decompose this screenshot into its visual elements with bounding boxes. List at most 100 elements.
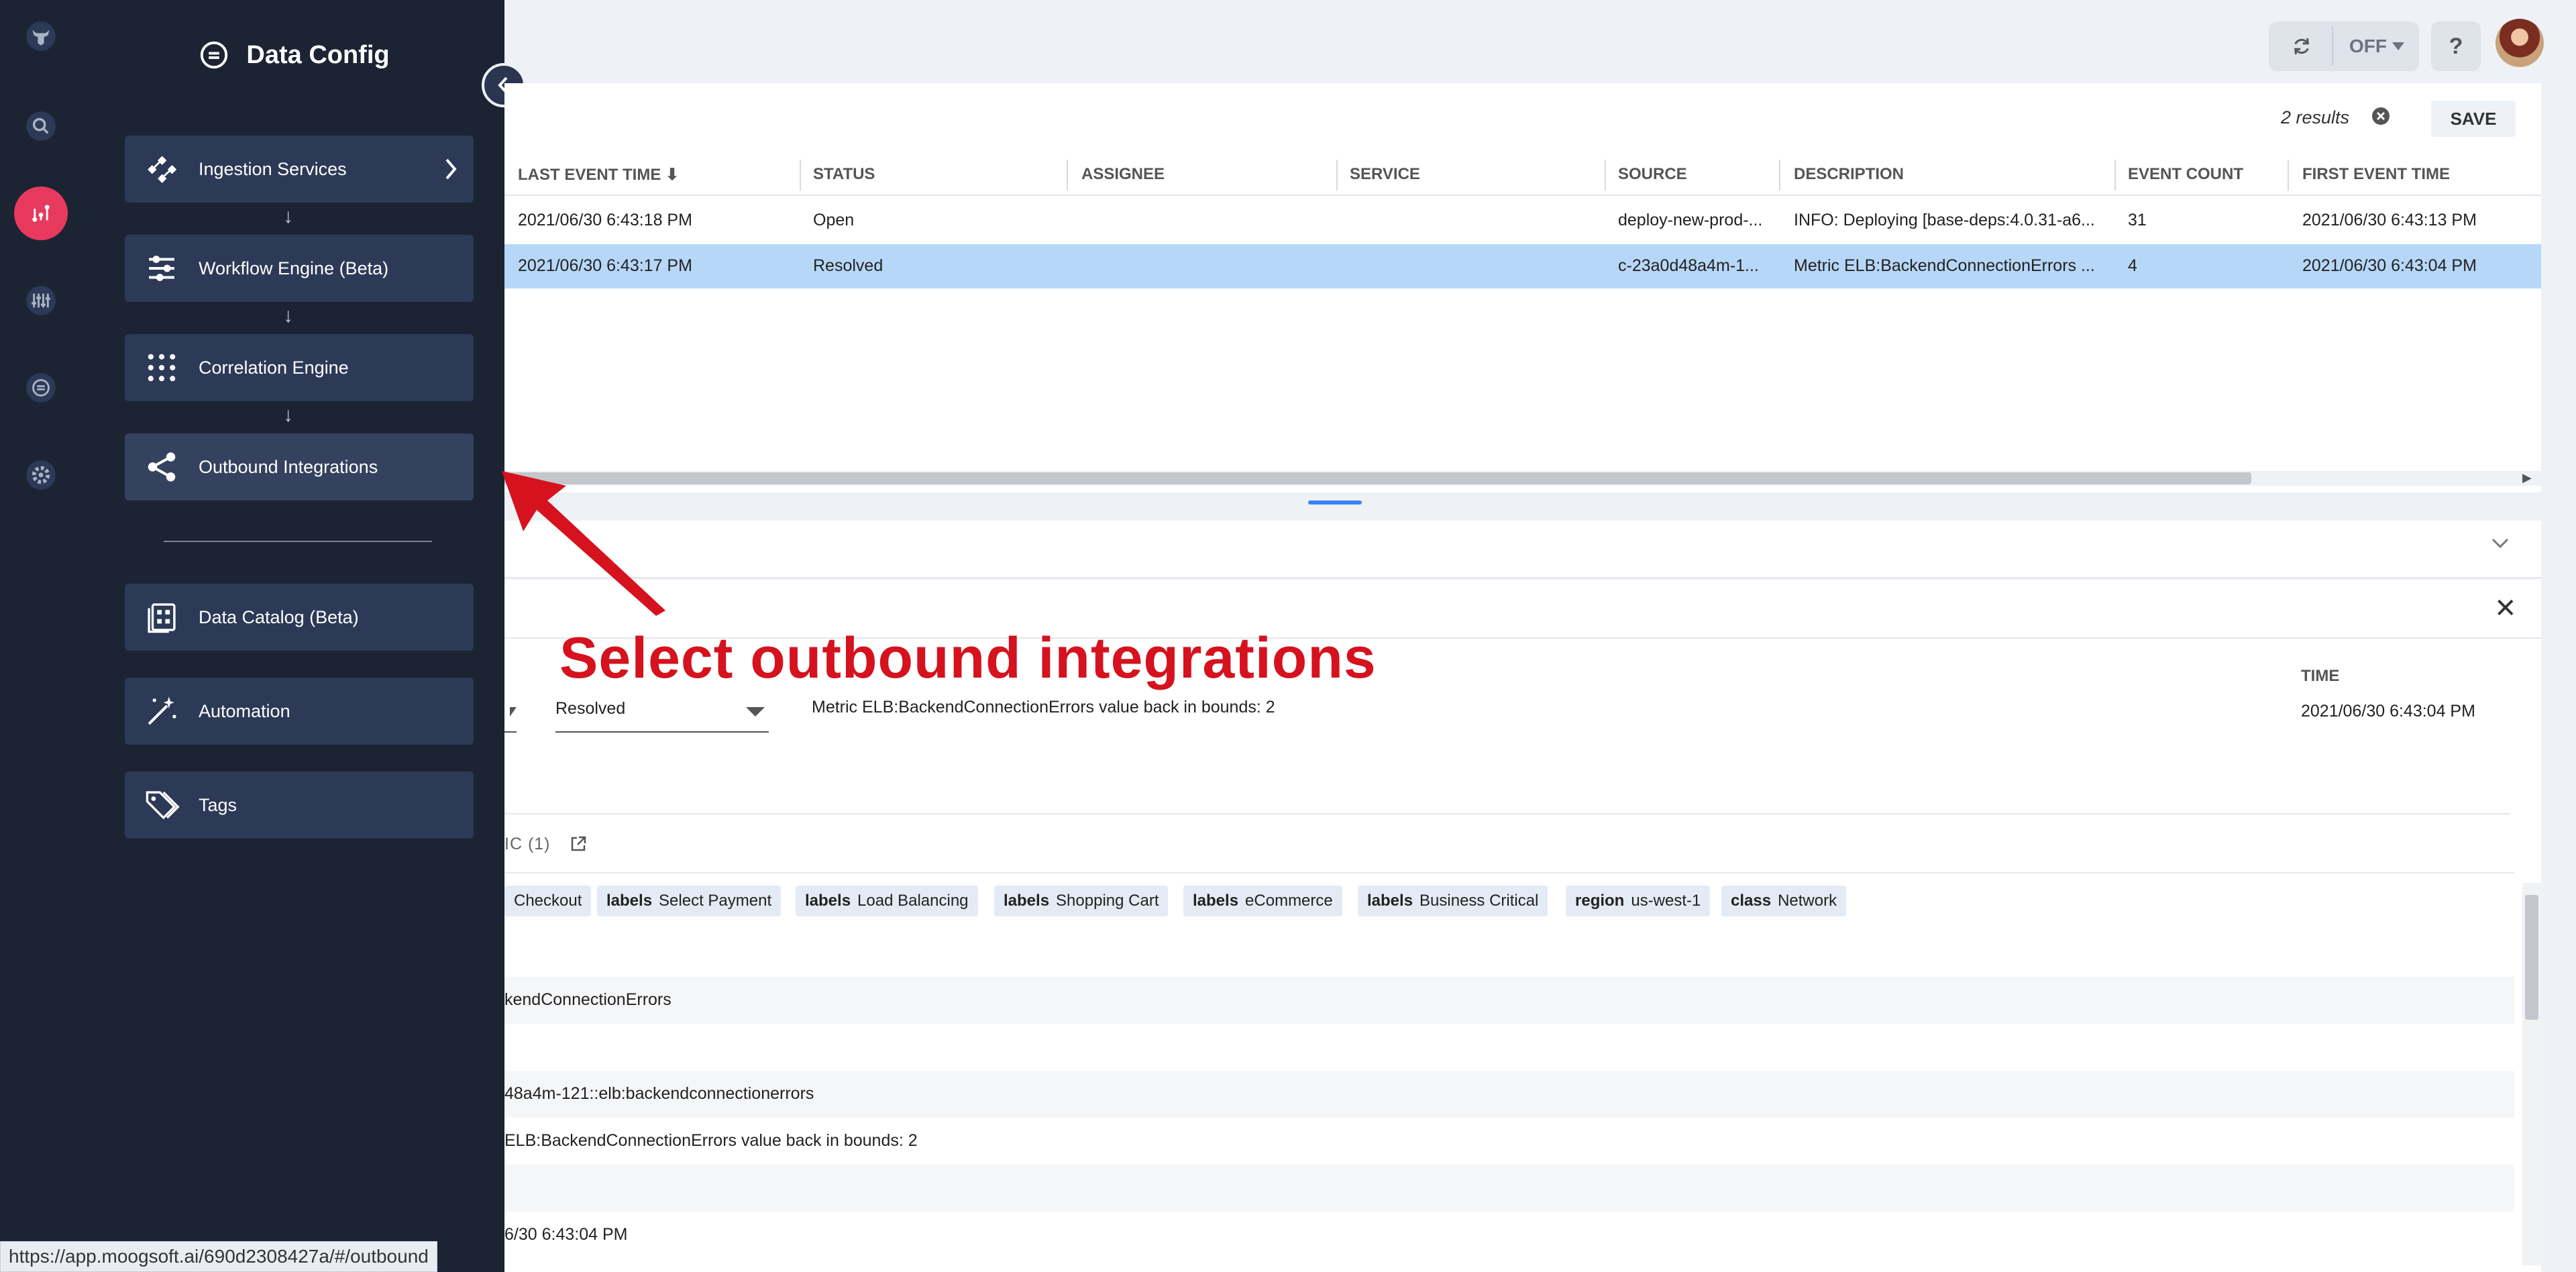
cell-description: Metric ELB:BackendConnectionErrors ... bbox=[1794, 256, 2095, 275]
column-header-source[interactable]: SOURCE bbox=[1618, 165, 1687, 185]
chevron-right-icon bbox=[445, 158, 457, 180]
tab-partial[interactable]: IC (1) bbox=[504, 835, 551, 854]
cell-status: Open bbox=[813, 211, 855, 229]
partial-select[interactable] bbox=[504, 699, 517, 733]
auto-refresh-toggle[interactable]: OFF bbox=[2340, 27, 2414, 66]
tag-chip: class Network bbox=[1721, 886, 1847, 916]
tag-key: region bbox=[1575, 892, 1625, 910]
column-separator[interactable] bbox=[1336, 160, 1338, 191]
menu-workflow-engine[interactable]: Workflow Engine (Beta) bbox=[125, 235, 474, 302]
menu-automation[interactable]: Automation bbox=[125, 678, 474, 745]
horizontal-scrollbar-thumb[interactable] bbox=[504, 472, 2251, 484]
cell-event-count: 4 bbox=[2128, 256, 2137, 275]
menu-ingestion-services[interactable]: Ingestion Services bbox=[125, 136, 474, 203]
help-button[interactable]: ? bbox=[2431, 21, 2481, 71]
tag-key: labels bbox=[606, 892, 653, 910]
column-header-status[interactable]: STATUS bbox=[813, 165, 875, 185]
table-row[interactable]: 2021/06/30 6:43:18 PM Open deploy-new-pr… bbox=[504, 199, 2541, 243]
tag-chip: labels Business Critical bbox=[1358, 886, 1548, 916]
external-link-icon[interactable] bbox=[569, 835, 588, 853]
scroll-right-arrow-icon[interactable]: ▶ bbox=[2522, 471, 2532, 485]
tag-chip: labels Select Payment bbox=[597, 886, 782, 916]
column-separator[interactable] bbox=[800, 160, 801, 191]
analytics-icon[interactable] bbox=[14, 187, 68, 240]
table-row-selected[interactable]: 2021/06/30 6:43:17 PM Resolved c-23a0d48… bbox=[504, 244, 2541, 288]
correlation-icon bbox=[125, 350, 199, 386]
column-header-first-event-time[interactable]: FIRST EVENT TIME bbox=[2302, 165, 2450, 185]
column-separator[interactable] bbox=[1779, 160, 1780, 191]
column-separator[interactable] bbox=[1067, 160, 1068, 191]
menu-tags[interactable]: Tags bbox=[125, 772, 474, 839]
user-avatar[interactable] bbox=[2496, 19, 2544, 67]
pane-resize-handle[interactable] bbox=[1308, 500, 1362, 505]
menu-label: Ingestion Services bbox=[199, 158, 347, 179]
tabs-divider bbox=[504, 813, 2510, 814]
menu-label: Data Catalog (Beta) bbox=[199, 606, 359, 627]
menu-data-catalog[interactable]: Data Catalog (Beta) bbox=[125, 584, 474, 651]
column-header-event-count[interactable]: EVENT COUNT bbox=[2128, 165, 2243, 185]
column-separator[interactable] bbox=[1605, 160, 1606, 191]
tuning-icon[interactable] bbox=[14, 274, 68, 327]
search-icon[interactable] bbox=[14, 99, 68, 153]
menu-label: Outbound Integrations bbox=[199, 456, 378, 477]
detail-row bbox=[504, 1165, 2514, 1212]
close-icon[interactable]: ✕ bbox=[2494, 593, 2517, 624]
magic-wand-icon bbox=[125, 693, 199, 729]
annotation-arrow-icon bbox=[502, 471, 665, 616]
logo-icon[interactable] bbox=[14, 9, 68, 63]
detail-row bbox=[504, 977, 2514, 1024]
tag-value: Business Critical bbox=[1419, 892, 1539, 910]
menu-outbound-integrations[interactable]: Outbound Integrations bbox=[125, 433, 474, 500]
tag-key: labels bbox=[1367, 892, 1413, 910]
tags-icon bbox=[125, 787, 199, 823]
status-select[interactable]: Resolved bbox=[555, 699, 769, 733]
cell-last-event-time: 2021/06/30 6:43:17 PM bbox=[518, 256, 692, 275]
time-label: TIME bbox=[2301, 667, 2340, 685]
help-icon: ? bbox=[2449, 33, 2463, 59]
column-header-last-event-time[interactable]: LAST EVENT TIME ⬇ bbox=[518, 165, 679, 185]
caret-down-icon bbox=[746, 707, 765, 717]
column-header-service[interactable]: SERVICE bbox=[1350, 165, 1420, 185]
column-separator[interactable] bbox=[2288, 160, 2289, 191]
tags-divider bbox=[504, 872, 2514, 873]
status-select-value: Resolved bbox=[555, 699, 626, 718]
cell-source: deploy-new-prod-... bbox=[1618, 211, 1763, 229]
detail-line: 6/30 6:43:04 PM bbox=[504, 1225, 628, 1244]
flow-arrow-icon: ↓ bbox=[283, 305, 293, 327]
cell-first-event-time: 2021/06/30 6:43:04 PM bbox=[2302, 256, 2477, 275]
column-header-assignee[interactable]: ASSIGNEE bbox=[1081, 165, 1165, 185]
chevron-down-icon[interactable] bbox=[2490, 537, 2510, 550]
clear-filter-icon[interactable] bbox=[2371, 106, 2391, 126]
panel-title: Data Config bbox=[82, 35, 504, 75]
tag-value: Select Payment bbox=[659, 892, 772, 910]
cell-first-event-time: 2021/06/30 6:43:13 PM bbox=[2302, 211, 2477, 229]
save-button[interactable]: SAVE bbox=[2431, 101, 2516, 137]
column-header-description[interactable]: DESCRIPTION bbox=[1794, 165, 1904, 185]
column-separator[interactable] bbox=[2114, 160, 2116, 191]
menu-label: Tags bbox=[199, 794, 237, 815]
ingestion-icon bbox=[125, 151, 199, 187]
tag-value: Checkout bbox=[514, 892, 582, 910]
menu-label: Workflow Engine (Beta) bbox=[199, 258, 389, 278]
detail-line: ELB:BackendConnectionErrors value back i… bbox=[504, 1131, 918, 1150]
catalog-icon bbox=[125, 599, 199, 635]
detail-line: kendConnectionErrors bbox=[504, 990, 672, 1009]
panel-title-text: Data Config bbox=[246, 40, 390, 69]
icon-rail bbox=[0, 0, 82, 1272]
data-config-icon[interactable] bbox=[14, 361, 68, 415]
tag-value: Network bbox=[1778, 892, 1837, 910]
menu-correlation-engine[interactable]: Correlation Engine bbox=[125, 334, 474, 401]
tag-value: Load Balancing bbox=[857, 892, 969, 910]
cell-description: INFO: Deploying [base-deps:4.0.31-a6... bbox=[1794, 211, 2095, 229]
detail-description: Metric ELB:BackendConnectionErrors value… bbox=[812, 698, 1275, 717]
results-count: 2 results bbox=[2281, 107, 2350, 127]
status-url-bar: https://app.moogsoft.ai/690d2308427a/#/o… bbox=[0, 1241, 437, 1272]
tag-value: eCommerce bbox=[1245, 892, 1333, 910]
settings-icon[interactable] bbox=[14, 448, 68, 502]
vertical-scrollbar-thumb[interactable] bbox=[2525, 895, 2538, 1020]
cell-source: c-23a0d48a4m-1... bbox=[1618, 256, 1759, 275]
tag-chip: labels eCommerce bbox=[1183, 886, 1342, 916]
tag-key: labels bbox=[1193, 892, 1239, 910]
section-collapse-bar[interactable] bbox=[504, 521, 2541, 578]
refresh-button[interactable] bbox=[2278, 27, 2325, 66]
